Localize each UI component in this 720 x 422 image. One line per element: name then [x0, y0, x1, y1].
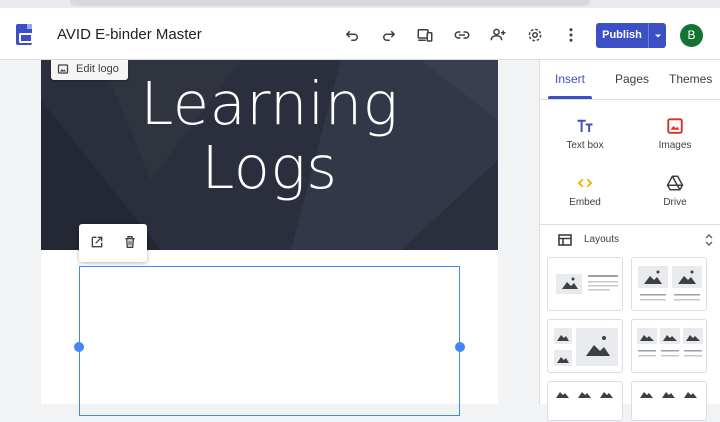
site-page: Learning Logs Edit logo — [41, 60, 498, 416]
insert-text-box-button[interactable]: Text box — [545, 115, 625, 151]
embed-code-icon — [577, 178, 593, 188]
page-title[interactable]: Learning Logs — [41, 72, 498, 200]
insert-drive-button[interactable]: Drive — [635, 172, 715, 208]
edit-logo-button[interactable]: Edit logo — [51, 60, 128, 80]
text-box-label: Text box — [566, 140, 604, 151]
images-label: Images — [658, 140, 692, 151]
header-banner[interactable]: Learning Logs — [41, 60, 498, 250]
insert-images-button[interactable]: Images — [635, 115, 715, 151]
address-bar[interactable] — [70, 0, 590, 6]
section-divider — [540, 224, 720, 225]
editor-canvas: Learning Logs Edit logo — [0, 60, 540, 416]
collapse-icon[interactable] — [703, 233, 715, 247]
publish-divider — [648, 23, 649, 48]
layout-option-5[interactable] — [547, 381, 623, 421]
layouts-label: Layouts — [584, 234, 620, 245]
layouts-icon — [558, 234, 572, 246]
layout-preview — [556, 392, 613, 398]
drive-icon — [666, 175, 684, 191]
resize-handle-right[interactable] — [455, 342, 465, 352]
open-external-icon[interactable] — [89, 234, 105, 250]
tabs-divider — [540, 99, 720, 100]
delete-icon[interactable] — [122, 234, 138, 250]
selected-text-block[interactable] — [74, 266, 465, 416]
resize-handle-left[interactable] — [74, 342, 84, 352]
google-sites-icon[interactable] — [16, 24, 33, 45]
layout-preview — [556, 274, 618, 294]
side-panel: Insert Pages Themes Text box Images Embe… — [539, 60, 720, 421]
tab-insert[interactable]: Insert — [555, 72, 585, 86]
more-vert-icon[interactable] — [562, 26, 580, 44]
drive-label: Drive — [663, 197, 687, 208]
undo-icon[interactable] — [343, 26, 361, 44]
document-title[interactable]: AVID E-binder Master — [57, 26, 202, 43]
avatar[interactable]: B — [680, 24, 703, 47]
settings-icon[interactable] — [526, 26, 544, 44]
redo-icon[interactable] — [380, 26, 398, 44]
share-icon[interactable] — [489, 26, 507, 44]
layout-option-1[interactable] — [547, 257, 623, 311]
text-box-icon — [577, 119, 593, 132]
embed-label: Embed — [569, 197, 601, 208]
publish-button[interactable]: Publish — [596, 23, 666, 48]
tab-pages[interactable]: Pages — [615, 72, 649, 86]
browser-chrome-strip — [0, 0, 720, 8]
edit-logo-label: Edit logo — [76, 63, 119, 75]
block-toolbar — [79, 224, 147, 262]
image-icon — [57, 64, 69, 74]
link-icon[interactable] — [453, 26, 471, 44]
layout-option-4[interactable] — [631, 319, 707, 373]
chevron-down-icon[interactable] — [650, 23, 666, 48]
layout-preview — [637, 328, 703, 357]
insert-embed-button[interactable]: Embed — [545, 172, 625, 208]
layouts-header[interactable]: Layouts — [558, 234, 619, 249]
layout-preview — [640, 392, 697, 398]
preview-icon[interactable] — [416, 26, 434, 44]
layout-option-3[interactable] — [547, 319, 623, 373]
publish-label: Publish — [602, 29, 642, 41]
tab-themes[interactable]: Themes — [669, 72, 712, 86]
top-app-bar: AVID E-binder Master Publish B — [0, 8, 720, 60]
layout-preview — [554, 328, 618, 366]
layout-option-2[interactable] — [631, 257, 707, 311]
image-icon — [667, 118, 683, 134]
layout-preview — [638, 266, 702, 301]
layout-option-6[interactable] — [631, 381, 707, 421]
